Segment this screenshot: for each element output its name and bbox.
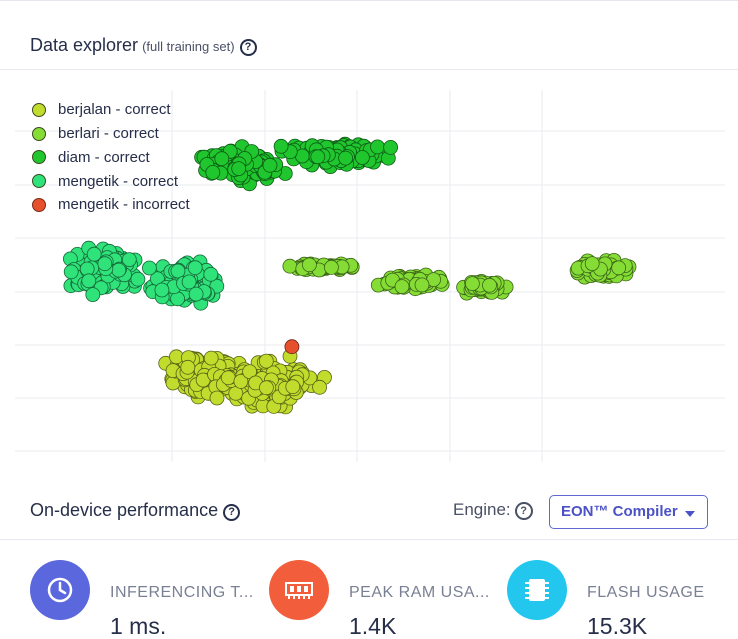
legend-item-mengetik-incorrect[interactable]: mengetik - incorrect — [32, 193, 190, 217]
legend-label: mengetik - correct — [58, 172, 179, 190]
scatter-point-mengetik-correct — [111, 262, 127, 278]
engine-select[interactable]: EON™ Compiler — [549, 495, 708, 529]
scatter-point-berlari-correct — [282, 258, 298, 274]
legend-dot — [32, 150, 46, 165]
legend-label: mengetik - incorrect — [58, 196, 190, 214]
scatter-point-berjalan-correct — [203, 350, 219, 366]
scatter-point-diam-correct — [205, 165, 221, 180]
scatter-point-diam-correct — [370, 139, 385, 155]
stat-label: FLASH USAGE — [587, 584, 705, 601]
stat-label: PEAK RAM USA... — [349, 584, 490, 601]
scatter-point-berjalan-correct — [258, 380, 274, 396]
stat-value: 1 ms. — [110, 613, 167, 639]
ram-chip-icon — [269, 560, 329, 620]
scatter-point-berjalan-correct — [258, 353, 274, 369]
scatter-point-berlari-correct — [414, 277, 430, 293]
engine-label: Engine:? — [453, 500, 533, 520]
scatter-point-berjalan-correct — [209, 390, 225, 406]
scatter-point-mengetik-correct — [81, 273, 97, 289]
data-explorer-title: Data explorer (full training set)? — [30, 35, 257, 56]
stat-flash-usage: FLASH USAGE 15.3K — [507, 560, 727, 639]
scatter-point-mengetik-correct — [154, 282, 170, 298]
scatter-point-mengetik-correct — [130, 271, 146, 287]
stat-value: 1.4K — [349, 613, 397, 639]
scatter-point-diam-correct — [338, 150, 354, 166]
question-circle-icon[interactable]: ? — [223, 504, 241, 521]
scatter-point-mengetik-correct — [188, 286, 204, 302]
performance-title: On-device performance? — [30, 500, 241, 521]
legend-item-berjalan-correct[interactable]: berjalan - correct — [32, 98, 190, 122]
scatter-point-mengetik-correct — [187, 260, 203, 276]
stat-inferencing-time: INFERENCING T... 1 ms. — [30, 560, 253, 639]
question-circle-icon[interactable]: ? — [239, 39, 257, 56]
legend-dot — [32, 126, 46, 141]
scatter-point-berlari-correct — [394, 279, 410, 295]
scatter-point-berjalan-correct — [285, 379, 301, 395]
scatter-point-diam-correct — [262, 157, 278, 173]
scatter-point-diam-correct — [354, 150, 370, 165]
scatter-point-mengetik-correct — [97, 256, 113, 272]
scatter-point-diam-correct — [310, 149, 326, 165]
question-circle-icon[interactable]: ? — [514, 502, 533, 520]
legend-item-berlari-correct[interactable]: berlari - correct — [32, 122, 190, 146]
scatter-point-berlari-correct — [584, 256, 600, 272]
legend-label: diam - correct — [58, 148, 150, 166]
scatter-point-mengetik-correct — [181, 274, 197, 290]
scatter-point-berlari-correct — [482, 277, 497, 293]
performance-title-text: On-device performance — [30, 500, 219, 520]
scatter-point-berlari-correct — [323, 259, 339, 275]
scatter-point-berjalan-correct — [180, 359, 196, 375]
legend-item-diam-correct[interactable]: diam - correct — [32, 146, 190, 170]
legend-dot — [32, 197, 46, 212]
stat-value: 15.3K — [587, 613, 648, 639]
scatter-point-diam-correct — [231, 161, 247, 176]
scatter-point-diam-correct — [273, 138, 289, 154]
legend-label: berjalan - correct — [58, 101, 171, 119]
performance-stats: INFERENCING T... 1 ms. PEAK RAM USA... 1… — [0, 540, 738, 639]
data-explorer-subtitle: (full training set) — [142, 39, 235, 54]
scatter-point-mengetik-correct — [63, 264, 79, 280]
data-explorer-header: Data explorer (full training set)? — [0, 1, 738, 70]
engine-label-text: Engine: — [453, 500, 511, 519]
legend-dot — [32, 174, 46, 189]
scatter-point-diam-correct — [383, 140, 399, 155]
legend-label: berlari - correct — [58, 125, 159, 143]
scatter-point-berlari-correct — [301, 257, 317, 273]
scatter-point-mengetik-correct — [203, 266, 219, 282]
plot-legend: berjalan - correct berlari - correct dia… — [32, 98, 190, 217]
data-explorer-title-text: Data explorer — [30, 35, 139, 55]
scatter-point-mengetik-correct — [141, 260, 157, 276]
scatter-point-mengetik-incorrect — [284, 339, 300, 355]
scatter-point-berlari-correct — [611, 260, 627, 276]
legend-dot — [32, 102, 46, 117]
legend-item-mengetik-correct[interactable]: mengetik - correct — [32, 169, 190, 193]
clock-icon — [30, 560, 90, 620]
performance-header: On-device performance? Engine:? EON™ Com… — [0, 478, 738, 540]
scatter-point-diam-correct — [214, 151, 230, 167]
flash-chip-icon — [507, 560, 567, 620]
caret-down-icon — [685, 511, 695, 517]
scatter-point-berjalan-correct — [220, 370, 236, 386]
scatter-point-berjalan-correct — [312, 379, 328, 395]
scatter-point-berlari-correct — [464, 276, 480, 292]
engine-select-value: EON™ Compiler — [561, 503, 678, 520]
scatter-point-mengetik-correct — [170, 263, 186, 279]
scatter-point-mengetik-correct — [85, 287, 101, 303]
stat-peak-ram: PEAK RAM USA... 1.4K — [269, 560, 490, 639]
stat-label: INFERENCING T... — [110, 584, 254, 601]
